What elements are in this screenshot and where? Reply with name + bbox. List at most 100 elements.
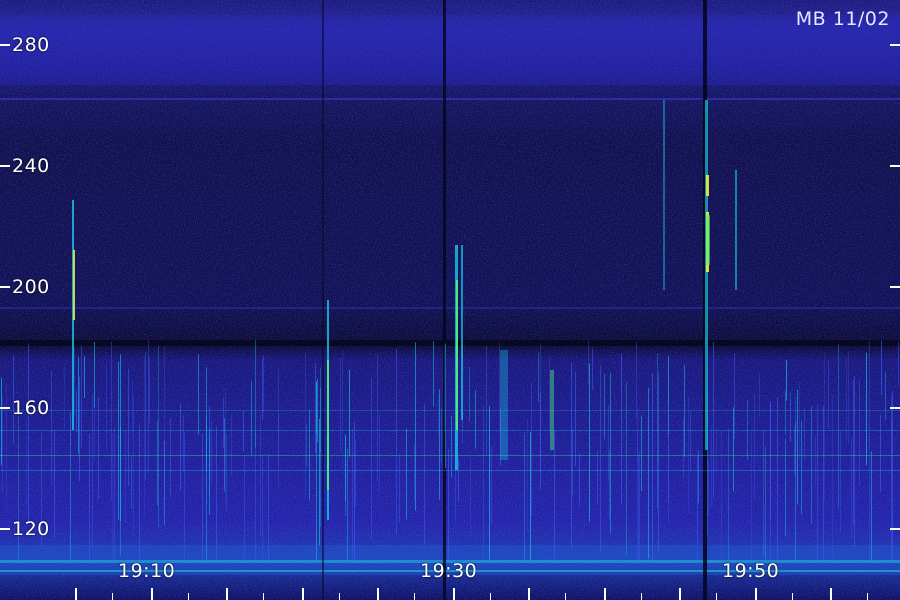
signal-streak <box>770 403 771 521</box>
signal-streak <box>840 431 841 533</box>
y-tick-label-160: 160 <box>12 397 50 419</box>
x-tick-minor <box>112 593 113 600</box>
x-tick <box>226 588 228 600</box>
signal-streak <box>711 424 712 507</box>
signal-streak <box>763 430 764 556</box>
signal-streak <box>832 393 833 560</box>
signal-streak <box>475 390 476 449</box>
signal-streak <box>846 358 847 443</box>
signal-streak <box>414 443 415 500</box>
signal-streak <box>531 381 532 516</box>
signal-streak <box>657 353 658 510</box>
y-tick-right <box>890 528 900 530</box>
signal-streak <box>690 411 691 472</box>
x-tick-label-1930: 19:30 <box>420 560 478 582</box>
y-tick-left <box>0 165 10 167</box>
signal-streak <box>600 364 601 552</box>
signal-streak <box>871 451 872 560</box>
x-tick <box>754 588 757 600</box>
signal-streak <box>184 432 185 560</box>
signal-streak <box>262 454 263 560</box>
signal-streak <box>817 404 818 560</box>
signal-streak <box>639 451 640 560</box>
signal-streak <box>349 369 350 457</box>
signal-streak <box>470 456 471 540</box>
signal-streak <box>728 428 729 560</box>
signal-streak <box>2 397 3 493</box>
signal-streak <box>797 389 798 505</box>
spectrogram-frame: 280 240 200 160 120 19:10 19:30 19:50 MB… <box>0 0 900 600</box>
signal-streak <box>251 381 252 457</box>
signal-streak <box>451 415 452 478</box>
signal-streak <box>132 379 133 437</box>
signal-streak <box>597 450 598 505</box>
signal-streak <box>112 435 113 560</box>
signal-streak <box>575 372 576 467</box>
signal-streak <box>0 470 900 471</box>
signal-streak <box>859 378 860 485</box>
signal-streak <box>158 346 159 527</box>
signal-streak <box>853 379 854 525</box>
y-tick-left <box>0 528 10 530</box>
signal-streak <box>263 354 264 413</box>
signal-streak <box>538 352 539 403</box>
signal-streak <box>433 341 434 407</box>
signal-streak <box>549 354 550 433</box>
signal-streak <box>157 420 158 506</box>
signal-streak <box>734 353 735 439</box>
x-tick-minor <box>414 593 415 600</box>
y-tick-left <box>0 286 10 288</box>
signal-streak <box>885 371 886 421</box>
signal-streak <box>438 395 439 436</box>
signal-streak <box>610 372 611 534</box>
signal-streak <box>785 438 786 537</box>
signal-streak <box>721 431 722 560</box>
signal-streak <box>0 430 900 431</box>
signal-streak <box>320 388 321 528</box>
signal-streak <box>713 341 714 498</box>
signal-streak <box>848 350 849 444</box>
signal-streak <box>765 446 766 560</box>
signal-streak <box>84 356 85 398</box>
spectrogram-image <box>0 0 900 600</box>
signal-streak <box>697 456 698 560</box>
signal-streak <box>854 376 855 549</box>
signal-streak <box>415 342 416 511</box>
signal-streak <box>51 370 52 486</box>
signal-streak <box>118 361 119 520</box>
signal-streak <box>319 418 320 546</box>
signal-streak <box>6 383 7 512</box>
y-tick-right <box>890 407 900 409</box>
signal-streak <box>231 414 232 476</box>
y-tick-right <box>890 44 900 46</box>
signal-streak <box>120 354 121 522</box>
signal-streak <box>371 377 372 541</box>
signal-streak <box>180 403 181 491</box>
signal-streak <box>486 346 487 456</box>
signal-streak <box>754 394 755 500</box>
signal-streak <box>891 419 892 483</box>
signal-streak <box>225 388 226 505</box>
signal-streak <box>448 448 449 560</box>
signal-streak <box>255 340 256 448</box>
signal-streak <box>626 382 627 555</box>
signal-streak <box>799 381 800 459</box>
signal-streak <box>76 390 77 432</box>
signal-streak <box>133 397 134 536</box>
x-tick <box>301 588 304 600</box>
signal-streak <box>315 363 316 454</box>
signal-streak <box>794 426 795 475</box>
signal-streak <box>869 340 870 444</box>
signal-streak <box>638 455 639 560</box>
y-tick-label-280: 280 <box>12 34 50 56</box>
signal-streak <box>445 343 446 469</box>
x-tick-minor <box>867 593 868 600</box>
signal-streak <box>866 352 867 466</box>
signal-streak <box>571 362 572 548</box>
signal-streak <box>444 346 445 429</box>
y-tick-right <box>890 286 900 288</box>
signal-streak <box>804 408 805 461</box>
signal-streak <box>439 389 440 500</box>
signal-streak <box>708 458 709 517</box>
signal-streak <box>880 414 881 492</box>
